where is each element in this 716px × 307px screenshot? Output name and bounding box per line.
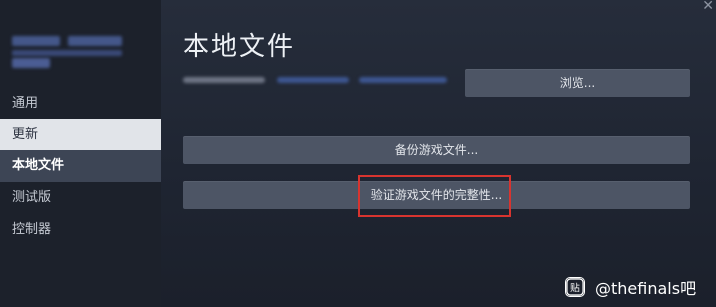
sidebar-item-updates[interactable]: 更新: [0, 119, 161, 151]
verify-integrity-button[interactable]: 验证游戏文件的完整性...: [183, 181, 690, 209]
backup-game-files-button[interactable]: 备份游戏文件...: [183, 136, 690, 164]
sidebar-item-betas[interactable]: 测试版: [0, 182, 161, 214]
watermark: 贴 @thefinals吧: [565, 275, 696, 299]
install-path-blurred: [183, 74, 453, 86]
watermark-text: @thefinals吧: [595, 279, 697, 298]
sidebar: 通用 更新 本地文件 测试版 控制器: [0, 0, 161, 307]
close-icon[interactable]: ✕: [702, 0, 714, 14]
sidebar-item-local-files[interactable]: 本地文件: [0, 150, 161, 182]
tieba-logo-glyph: 贴: [570, 281, 580, 294]
sidebar-item-general[interactable]: 通用: [0, 88, 161, 120]
properties-window: 通用 更新 本地文件 测试版 控制器 本地文件 浏览... 备份游戏文件... …: [0, 0, 716, 307]
tieba-logo-icon: 贴: [565, 277, 585, 297]
sidebar-item-controller[interactable]: 控制器: [0, 214, 161, 246]
page-title: 本地文件: [183, 32, 296, 62]
browse-button[interactable]: 浏览...: [465, 69, 690, 97]
game-logo-blurred: [12, 36, 124, 72]
